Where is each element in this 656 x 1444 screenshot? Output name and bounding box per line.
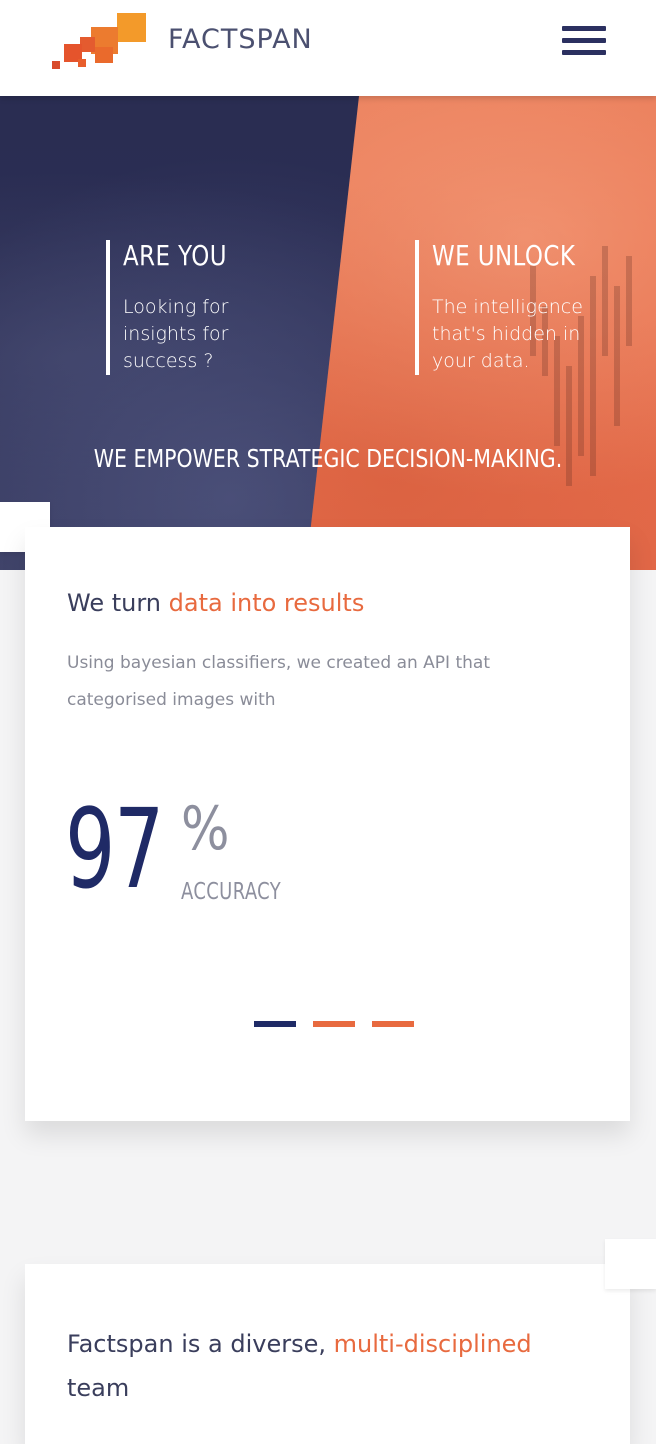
team-heading-suffix: team [67,1374,130,1402]
stat-value: 97 [65,785,164,913]
team-heading: Factspan is a diverse, multi-disciplined… [67,1322,587,1410]
hero-we-unlock-title: WE UNLOCK [432,239,576,272]
results-heading: We turn data into results [67,589,364,617]
results-heading-prefix: We turn [67,589,169,617]
stat-label: ACCURACY [181,879,282,905]
team-heading-prefix: Factspan is a diverse, [67,1330,334,1358]
results-card: We turn data into results Using bayesian… [25,527,630,1121]
hero-banner: ARE YOU Looking for insights for success… [0,96,656,570]
carousel-indicators [254,1021,414,1027]
stat-unit: % [181,794,230,864]
hero-are-you-title: ARE YOU [123,239,227,272]
hero-tagline: WE EMPOWER STRATEGIC DECISION-MAKING. [93,444,563,473]
hero-are-you-text: Looking for insights for success ? [123,296,229,372]
team-card: Factspan is a diverse, multi-disciplined… [25,1264,630,1444]
carousel-dot-2[interactable] [313,1021,355,1027]
carousel-dot-1[interactable] [254,1021,296,1027]
hero-are-you-block: ARE YOU Looking for insights for success… [106,239,250,375]
factspan-logo-icon[interactable] [50,13,148,69]
results-description: Using bayesian classifiers, we created a… [67,653,490,710]
logo-text[interactable]: FACTSPAN [168,24,313,55]
decorative-notch [605,1239,656,1289]
hero-we-unlock-text: The intelligence that's hidden in your d… [432,296,583,372]
hero-we-unlock-block: WE UNLOCK The intelligence that's hidden… [415,239,607,375]
results-heading-accent: data into results [168,589,365,617]
hamburger-menu-icon[interactable] [562,26,606,58]
team-heading-accent: multi-disciplined [333,1330,532,1358]
carousel-dot-3[interactable] [372,1021,414,1027]
site-header: FACTSPAN [0,0,656,96]
